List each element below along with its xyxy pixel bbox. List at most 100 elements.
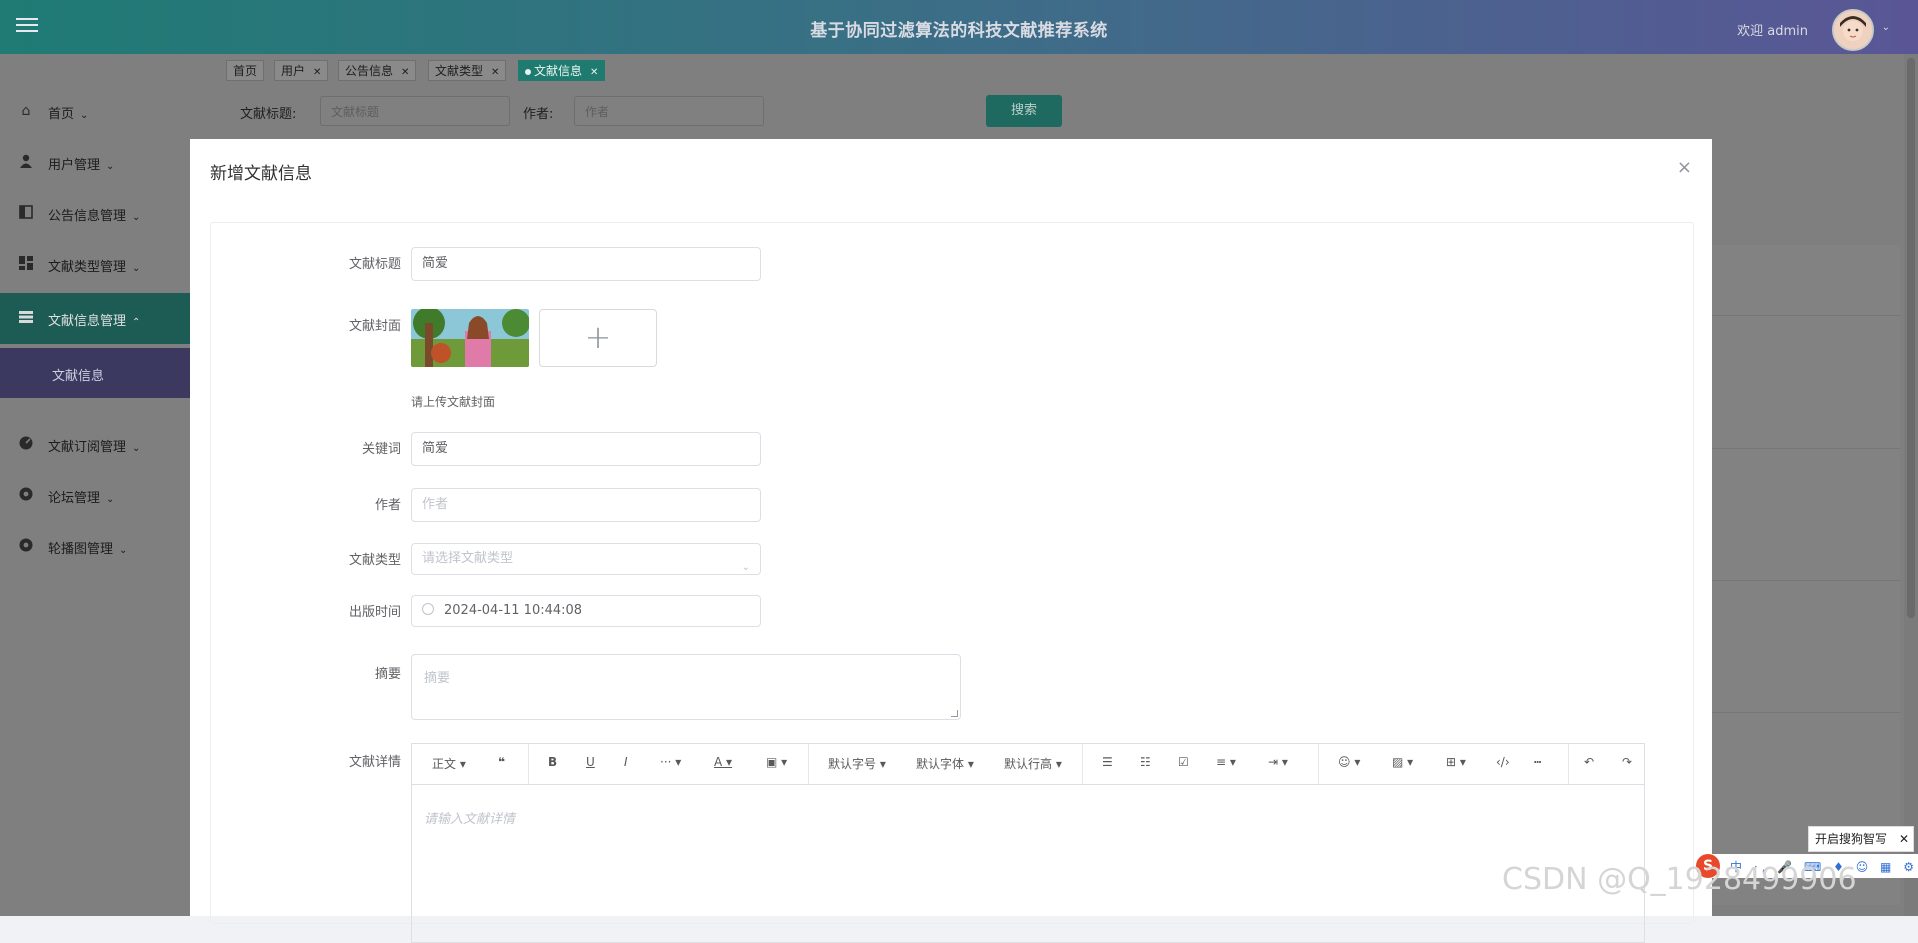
sidebar-item-home[interactable]: ⌂ 首页 ⌄ xyxy=(0,86,190,137)
divider-line-icon[interactable]: ┅ xyxy=(1534,755,1541,769)
table-row-divider xyxy=(1700,580,1900,581)
author-input[interactable]: 作者 xyxy=(411,488,761,522)
underline-icon[interactable]: U xyxy=(586,755,595,769)
chevron-down-icon[interactable]: ⌄ xyxy=(1882,22,1890,33)
image-icon[interactable]: ▨ ▾ xyxy=(1392,755,1413,769)
ime-tip-label: 开启搜狗智写 xyxy=(1815,832,1888,846)
redo-icon[interactable]: ↷ xyxy=(1622,755,1632,769)
font-family-select[interactable]: 默认字体 ▾ xyxy=(916,755,974,772)
font-color-icon[interactable]: A ▾ xyxy=(714,755,732,769)
toolbar-divider xyxy=(808,744,809,784)
more-icon[interactable]: ··· ▾ xyxy=(660,755,681,769)
publish-date-picker[interactable]: 2024-04-11 10:44:08 xyxy=(411,595,761,627)
font-family-label: 默认字体 xyxy=(916,757,965,771)
user-icon xyxy=(18,154,34,170)
watermark: CSDN @Q_1928499906 xyxy=(1502,862,1857,897)
line-height-select[interactable]: 默认行高 ▾ xyxy=(1004,755,1062,772)
close-icon[interactable]: ✕ xyxy=(1899,827,1909,851)
keywords-input[interactable]: 简爱 xyxy=(411,432,761,466)
title-label: 文献标题 xyxy=(348,257,401,272)
resize-handle-icon[interactable] xyxy=(951,710,958,717)
sidebar-item-label: 公告信息管理 xyxy=(48,209,127,224)
chevron-down-icon: ⌄ xyxy=(741,562,750,573)
sidebar-item-notice[interactable]: 公告信息管理 ⌄ xyxy=(0,188,190,239)
doc-type-select[interactable]: 请选择文献类型 ⌄ xyxy=(411,543,761,575)
grid-icon xyxy=(18,256,34,272)
author-label: 作者 xyxy=(374,498,401,513)
sidebar-item-forum[interactable]: 论坛管理 ⌄ xyxy=(0,470,190,521)
numbered-list-icon[interactable]: ☷ xyxy=(1140,755,1151,769)
close-icon[interactable]: ✕ xyxy=(401,67,409,78)
font-size-select[interactable]: 默认字号 ▾ xyxy=(828,755,886,772)
tab-user[interactable]: 用户 ✕ xyxy=(274,60,329,81)
sidebar-item-label: 用户管理 xyxy=(48,158,101,173)
avatar[interactable] xyxy=(1832,9,1874,51)
page-scrollbar[interactable] xyxy=(1904,54,1918,916)
chevron-down-icon: ⌄ xyxy=(132,263,141,274)
paragraph-select[interactable]: 正文 ▾ xyxy=(432,755,466,772)
publish-date-value: 2024-04-11 10:44:08 xyxy=(444,603,583,618)
clock-icon xyxy=(422,603,434,615)
tab-home[interactable]: 首页 xyxy=(226,60,265,81)
align-icon[interactable]: ≡ ▾ xyxy=(1216,755,1236,769)
tab-label: 文献类型 xyxy=(435,64,484,78)
sidebar-item-doc-info[interactable]: 文献信息管理 ⌃ xyxy=(0,293,190,344)
upload-cover-button[interactable]: + xyxy=(539,309,657,367)
sidebar-item-carousel[interactable]: 轮播图管理 ⌄ xyxy=(0,521,190,572)
chevron-down-icon: ⌄ xyxy=(106,494,115,505)
toolbar-divider xyxy=(528,744,529,784)
chevron-down-icon: ⌄ xyxy=(132,443,141,454)
search-row: 文献标题: 文献标题 作者: 作者 搜索 xyxy=(190,88,1918,138)
sidebar-subitem-doc-info[interactable]: 文献信息 xyxy=(0,348,190,398)
background-color-icon[interactable]: ▣ ▾ xyxy=(766,755,787,769)
search-author-input[interactable]: 作者 xyxy=(574,96,764,126)
close-icon[interactable]: ✕ xyxy=(313,67,321,78)
list-icon xyxy=(18,310,34,326)
italic-icon[interactable]: I xyxy=(624,755,628,769)
quote-icon[interactable]: ❝ xyxy=(498,755,505,769)
table-background xyxy=(1700,245,1900,905)
search-title-input[interactable]: 文献标题 xyxy=(320,96,510,126)
chevron-down-icon: ⌄ xyxy=(80,110,89,121)
close-icon[interactable]: × xyxy=(1677,157,1692,178)
scrollbar-thumb[interactable] xyxy=(1907,58,1915,618)
undo-icon[interactable]: ↶ xyxy=(1584,755,1594,769)
abstract-label: 摘要 xyxy=(374,667,401,682)
search-button[interactable]: 搜索 xyxy=(986,95,1062,127)
rich-text-editor[interactable]: 正文 ▾ ❝ B U I ··· ▾ A ▾ ▣ ▾ 默认字号 ▾ 默认字体 ▾… xyxy=(411,743,1645,943)
tab-doc-type[interactable]: 文献类型 ✕ xyxy=(428,60,507,81)
font-size-label: 默认字号 xyxy=(828,757,877,771)
bold-icon[interactable]: B xyxy=(548,755,557,769)
search-title-label: 文献标题: xyxy=(240,107,297,122)
tab-doc-info[interactable]: 文献信息 ✕ xyxy=(518,60,606,81)
notice-icon xyxy=(18,205,34,221)
indent-icon[interactable]: ⇥ ▾ xyxy=(1268,755,1288,769)
title-input[interactable]: 简爱 xyxy=(411,247,761,281)
detail-placeholder: 请输入文献详情 xyxy=(424,812,516,827)
close-icon[interactable]: ✕ xyxy=(590,67,598,78)
dialog-title: 新增文献信息 xyxy=(210,164,312,184)
doc-type-placeholder: 请选择文献类型 xyxy=(422,551,514,566)
circle-icon xyxy=(18,487,34,503)
toolbar-divider xyxy=(1568,744,1569,784)
code-icon[interactable]: ‹/› xyxy=(1496,755,1510,769)
tab-notice[interactable]: 公告信息 ✕ xyxy=(338,60,417,81)
table-icon[interactable]: ⊞ ▾ xyxy=(1446,755,1466,769)
editor-toolbar: 正文 ▾ ❝ B U I ··· ▾ A ▾ ▣ ▾ 默认字号 ▾ 默认字体 ▾… xyxy=(412,744,1644,785)
tags-bar: 首页 用户 ✕ 公告信息 ✕ 文献类型 ✕ 文献信息 ✕ xyxy=(190,54,1918,88)
close-icon[interactable]: ✕ xyxy=(491,67,499,78)
todo-checkbox-icon[interactable]: ☑ xyxy=(1178,755,1189,769)
ime-tip[interactable]: 开启搜狗智写 ✕ xyxy=(1808,826,1914,852)
sidebar-item-subscription[interactable]: 文献订阅管理 ⌄ xyxy=(0,419,190,470)
sidebar-item-users[interactable]: 用户管理 ⌄ xyxy=(0,137,190,188)
bulleted-list-icon[interactable]: ☰ xyxy=(1102,755,1113,769)
toolbar-divider xyxy=(1082,744,1083,784)
sidebar-item-doc-type[interactable]: 文献类型管理 ⌄ xyxy=(0,239,190,290)
sidebar-item-label: 文献信息管理 xyxy=(48,314,127,329)
paragraph-label: 正文 xyxy=(432,757,457,771)
sidebar-subitem-label: 文献信息 xyxy=(52,369,105,384)
cover-upload-tip: 请上传文献封面 xyxy=(411,395,496,409)
abstract-textarea[interactable]: 摘要 xyxy=(411,654,961,720)
active-dot-icon xyxy=(525,68,531,75)
emoji-icon[interactable]: ☺ ▾ xyxy=(1338,755,1360,769)
